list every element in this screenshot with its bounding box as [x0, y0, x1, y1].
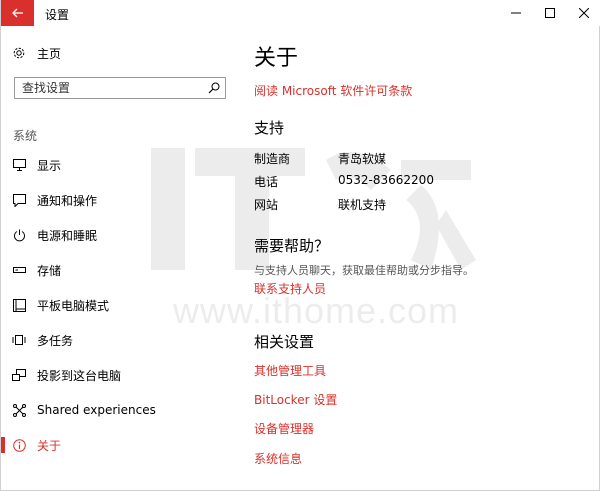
sidebar-item-shared-experiences[interactable]: Shared experiences: [1, 395, 241, 425]
main-content: 关于 阅读 Microsoft 软件许可条款 支持 制造商 青岛软媒 电话 05…: [241, 26, 600, 491]
sidebar-item-label: 电源和睡眠: [37, 228, 98, 243]
storage-icon: [12, 263, 26, 277]
sidebar-item-label: 投影到这台电脑: [37, 368, 122, 383]
support-section-title: 支持: [254, 119, 285, 137]
manufacturer-label: 制造商: [254, 152, 291, 166]
minimize-button[interactable]: [499, 0, 533, 26]
sidebar-item-storage[interactable]: 存储: [1, 255, 241, 285]
search-input[interactable]: [15, 78, 200, 98]
minimize-icon: [511, 12, 521, 14]
section-label: 系统: [13, 129, 38, 143]
sidebar-item-home[interactable]: 主页: [1, 42, 241, 64]
online-support-link[interactable]: 联机支持: [338, 196, 386, 213]
settings-window: 设置 www.ithome.com 主页 查找设置 系统 显示 通知和操作 电源…: [0, 0, 600, 491]
page-title: 关于: [254, 46, 299, 71]
sidebar-item-label: 关于: [37, 438, 62, 453]
sidebar-item-about[interactable]: 关于: [1, 430, 241, 460]
sidebar-item-tablet-mode[interactable]: 平板电脑模式: [1, 290, 241, 320]
title-bar: 设置: [1, 0, 600, 26]
manufacturer-value: 青岛软媒: [338, 152, 387, 166]
sidebar-item-label: Shared experiences: [37, 403, 156, 417]
maximize-icon: [545, 8, 555, 18]
sidebar-item-label: 主页: [37, 46, 62, 61]
sidebar-item-label: 平板电脑模式: [37, 298, 110, 313]
project-icon: [12, 368, 26, 382]
phone-value: 0532-83662200: [338, 173, 434, 187]
device-manager-link[interactable]: 设备管理器: [254, 420, 314, 437]
search-icon[interactable]: [208, 82, 220, 94]
sidebar-item-projecting[interactable]: 投影到这台电脑: [1, 360, 241, 390]
system-info-link[interactable]: 系统信息: [254, 450, 302, 467]
sidebar-item-label: 通知和操作: [37, 193, 98, 208]
search-box[interactable]: [14, 77, 226, 99]
back-button[interactable]: [1, 0, 34, 26]
sidebar-item-label: 多任务: [37, 333, 74, 348]
sidebar: 主页 系统 显示 通知和操作 电源和睡眠: [1, 26, 241, 491]
sidebar-item-multitasking[interactable]: 多任务: [1, 325, 241, 355]
monitor-icon: [12, 158, 26, 172]
notification-icon: [12, 193, 26, 207]
shared-icon: [12, 403, 26, 417]
sidebar-item-power[interactable]: 电源和睡眠: [1, 220, 241, 250]
window-title: 设置: [45, 8, 70, 22]
related-settings-title: 相关设置: [254, 333, 315, 351]
admin-tools-link[interactable]: 其他管理工具: [254, 362, 326, 379]
bitlocker-settings-link[interactable]: BitLocker 设置: [254, 391, 337, 408]
back-arrow-icon: [11, 8, 23, 18]
info-icon: [12, 438, 26, 452]
help-section-title: 需要帮助？: [254, 237, 330, 255]
close-button[interactable]: [567, 0, 600, 26]
active-indicator: [1, 437, 5, 453]
close-icon: [579, 8, 589, 18]
sidebar-item-label: 显示: [37, 158, 62, 173]
gear-icon: [12, 46, 26, 60]
website-label: 网站: [254, 198, 279, 212]
phone-label: 电话: [254, 175, 279, 189]
help-description: 与支持人员聊天，获取最佳帮助或分步指导。: [254, 264, 474, 277]
license-terms-link[interactable]: 阅读 Microsoft 软件许可条款: [254, 82, 412, 99]
sidebar-item-display[interactable]: 显示: [1, 150, 241, 180]
maximize-button[interactable]: [533, 0, 567, 26]
sidebar-item-notifications[interactable]: 通知和操作: [1, 185, 241, 215]
sidebar-item-label: 存储: [37, 263, 62, 278]
power-icon: [12, 228, 26, 242]
multitask-icon: [12, 333, 26, 347]
contact-support-link[interactable]: 联系支持人员: [254, 280, 326, 297]
tablet-icon: [12, 298, 26, 312]
